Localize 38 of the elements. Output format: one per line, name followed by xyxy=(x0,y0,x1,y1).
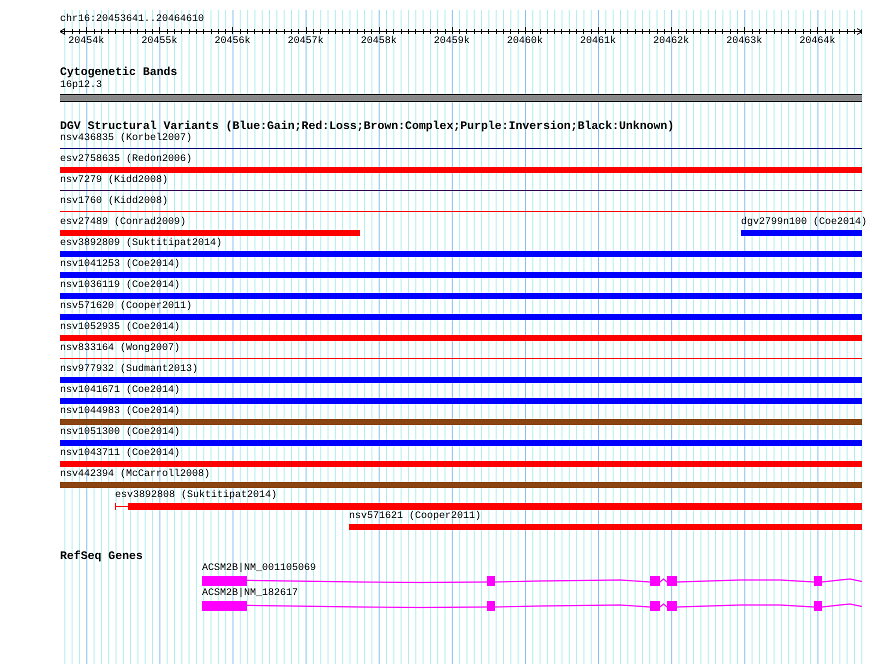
variant-label: nsv1043711 (Coe2014) xyxy=(60,448,180,460)
ruler-tick-label: 20463k xyxy=(726,36,762,47)
cytoband-label: 16p12.3 xyxy=(60,80,104,92)
track-title: Cytogenetic Bands xyxy=(60,67,178,79)
variant-label: nsv571620 (Cooper2011) xyxy=(60,301,192,313)
ruler-tick-label: 20457k xyxy=(288,36,324,47)
variant-label: nsv1760 (Kidd2008) xyxy=(60,196,168,208)
variant-label: nsv7279 (Kidd2008) xyxy=(60,175,168,187)
ruler-tick-label: 20460k xyxy=(506,36,543,47)
variant-label: nsv977932 (Sudmant2013) xyxy=(60,364,198,376)
variant-label: esv2758635 (Redon2006) xyxy=(60,154,192,166)
variant-label: nsv1036119 (Coe2014) xyxy=(60,280,180,292)
ruler-tick-label: 20456k xyxy=(214,36,250,47)
variant-label: nsv436835 (Korbel2007) xyxy=(60,133,192,145)
location-label: chr16:20453641..20464610 xyxy=(60,14,206,26)
variant-label: nsv833164 (Wong2007) xyxy=(60,343,180,355)
variant-label: esv3892808 (Suktitipat2014) xyxy=(115,490,278,502)
transcript-label: ACSM2B|NM_182617 xyxy=(202,588,298,600)
variant-label: nsv442394 (McCarroll2008) xyxy=(60,469,210,481)
variant-label: esv27489 (Conrad2009) xyxy=(60,217,186,229)
ruler-tick-label: 20458k xyxy=(360,36,397,47)
ruler-tick-label: 20454k xyxy=(68,36,104,47)
variant-label: nsv571621 (Cooper2011) xyxy=(349,511,482,523)
ruler-tick-label: 20459k xyxy=(434,36,470,47)
transcript-label: ACSM2B|NM_001105069 xyxy=(202,563,316,575)
ruler-tick-label: 20464k xyxy=(799,36,836,47)
variant-label: esv3892809 (Suktitipat2014) xyxy=(60,238,222,250)
variant-label: nsv1051300 (Coe2014) xyxy=(60,427,180,439)
track-title: DGV Structural Variants (Blue:Gain;Red:Loss;Brown:Complex;Purple:Inversion;Black:Unknown) xyxy=(60,121,676,133)
ruler-tick-label: 20461k xyxy=(580,36,616,47)
variant-label: nsv1052935 (Coe2014) xyxy=(60,322,180,334)
track-title: RefSeq Genes xyxy=(60,551,144,563)
variant-label: nsv1041253 (Coe2014) xyxy=(60,259,180,271)
ruler-tick-label: 20455k xyxy=(141,36,178,47)
variant-label: nsv1041671 (Coe2014) xyxy=(60,385,180,397)
variant-label: nsv1044983 (Coe2014) xyxy=(60,406,180,418)
ruler-tick-label: 20462k xyxy=(653,36,690,47)
variant-label: dgv2799n100 (Coe2014) xyxy=(741,217,868,229)
